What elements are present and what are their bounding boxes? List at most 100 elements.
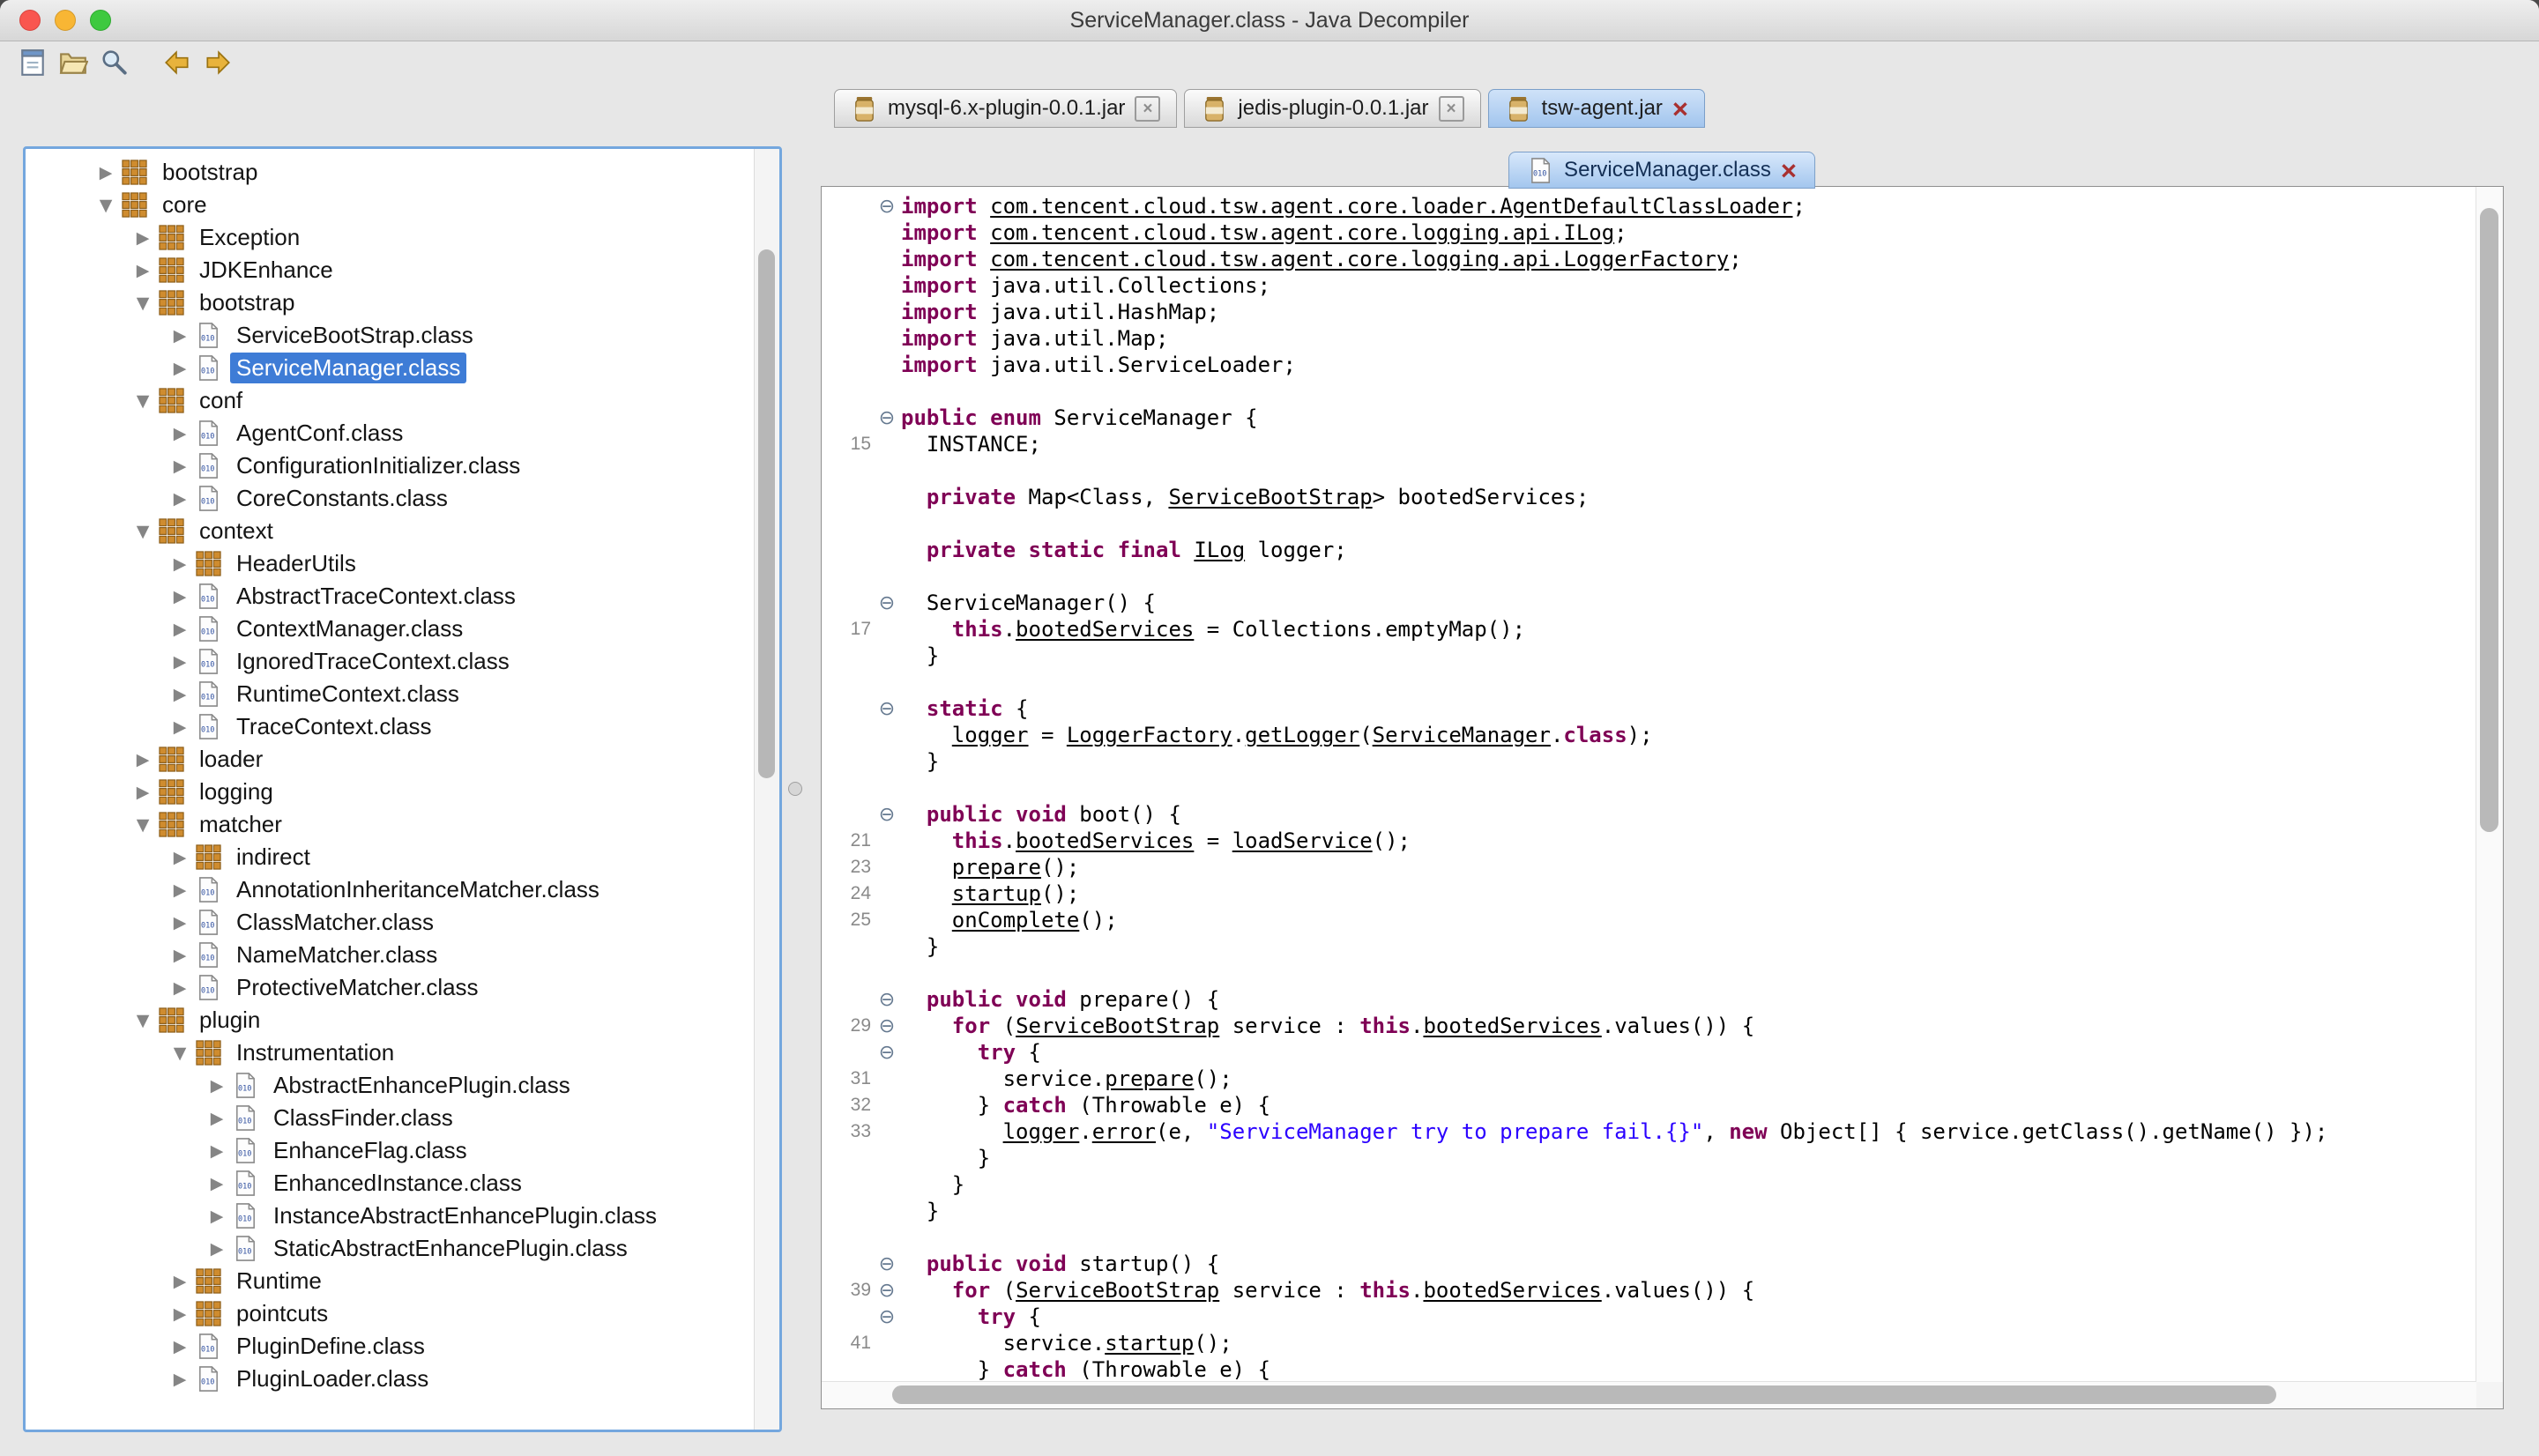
chevron-down-icon[interactable]: ▼ (128, 1011, 158, 1030)
chevron-right-icon[interactable]: ▶ (128, 750, 158, 769)
chevron-right-icon[interactable]: ▶ (128, 783, 158, 802)
fold-icon[interactable]: ⊖ (873, 1015, 901, 1037)
chevron-right-icon[interactable]: ▶ (165, 717, 195, 737)
fold-icon[interactable]: ⊖ (873, 592, 901, 614)
tree-scrollbar-thumb[interactable] (758, 249, 775, 778)
chevron-right-icon[interactable]: ▶ (165, 946, 195, 965)
code-link[interactable]: ILog (1194, 538, 1245, 562)
fold-icon[interactable]: ⊖ (873, 1253, 901, 1275)
jar-tab[interactable]: mysql-6.x-plugin-0.0.1.jar× (834, 89, 1177, 128)
forward-button[interactable] (197, 44, 238, 85)
jar-tab[interactable]: jedis-plugin-0.0.1.jar× (1184, 89, 1480, 128)
chevron-right-icon[interactable]: ▶ (165, 652, 195, 672)
code-link[interactable]: getLogger (1245, 723, 1359, 747)
chevron-right-icon[interactable]: ▶ (165, 913, 195, 932)
close-icon[interactable]: × (1672, 95, 1688, 123)
code-link[interactable]: ServiceManager (1373, 723, 1551, 747)
zoom-window-button[interactable] (90, 10, 111, 31)
chevron-right-icon[interactable]: ▶ (202, 1076, 232, 1096)
tree-item[interactable]: ▼core (26, 189, 753, 221)
tree-item[interactable]: ▶Exception (26, 221, 753, 254)
tree-item[interactable]: ▶010InstanceAbstractEnhancePlugin.class (26, 1200, 753, 1232)
tree-item[interactable]: ▶010EnhanceFlag.class (26, 1134, 753, 1167)
tree-item[interactable]: ▶Runtime (26, 1265, 753, 1297)
fold-icon[interactable]: ⊖ (873, 989, 901, 1011)
code-link[interactable]: loadService (1232, 828, 1373, 853)
tree-item[interactable]: ▶010AbstractTraceContext.class (26, 580, 753, 613)
chevron-right-icon[interactable]: ▶ (165, 457, 195, 476)
chevron-right-icon[interactable]: ▶ (165, 880, 195, 900)
back-button[interactable] (157, 44, 197, 85)
tree-item[interactable]: ▼matcher (26, 808, 753, 841)
tree-item[interactable]: ▶010AnnotationInheritanceMatcher.class (26, 873, 753, 906)
fold-icon[interactable]: ⊖ (873, 1042, 901, 1064)
code-link[interactable]: ServiceBootStrap (1016, 1014, 1219, 1038)
tree-item[interactable]: ▶pointcuts (26, 1297, 753, 1330)
tree-item[interactable]: ▶010NameMatcher.class (26, 939, 753, 971)
code-link[interactable]: com.tencent.cloud.tsw.agent.core.logging… (990, 220, 1614, 245)
fold-icon[interactable]: ⊖ (873, 1280, 901, 1302)
code-link[interactable]: bootedServices (1423, 1014, 1601, 1038)
code-link[interactable]: startup (952, 881, 1041, 906)
code-link[interactable]: prepare (1105, 1066, 1194, 1091)
close-icon[interactable]: × (1439, 96, 1464, 122)
fold-icon[interactable]: ⊖ (873, 196, 901, 218)
tree-item[interactable]: ▶010CoreConstants.class (26, 482, 753, 515)
vertical-scrollbar[interactable] (2476, 187, 2503, 1382)
horizontal-scrollbar[interactable] (822, 1381, 2476, 1408)
code-link[interactable]: ServiceBootStrap (1168, 485, 1372, 509)
chevron-right-icon[interactable]: ▶ (165, 1272, 195, 1291)
tree-item[interactable]: ▶010EnhancedInstance.class (26, 1167, 753, 1200)
tree-item[interactable]: ▶HeaderUtils (26, 547, 753, 580)
code-link[interactable]: logger (952, 723, 1029, 747)
tree-item[interactable]: ▼Instrumentation (26, 1036, 753, 1069)
chevron-right-icon[interactable]: ▶ (165, 1304, 195, 1324)
tree-item[interactable]: ▶010ClassFinder.class (26, 1102, 753, 1134)
chevron-right-icon[interactable]: ▶ (165, 1337, 195, 1356)
tree-item[interactable]: ▼conf (26, 384, 753, 417)
chevron-right-icon[interactable]: ▶ (165, 685, 195, 704)
tree-item[interactable]: ▶loader (26, 743, 753, 776)
fold-icon[interactable]: ⊖ (873, 1306, 901, 1328)
chevron-right-icon[interactable]: ▶ (165, 359, 195, 378)
code-link[interactable]: bootedServices (1423, 1278, 1601, 1303)
tree-item[interactable]: ▶logging (26, 776, 753, 808)
close-window-button[interactable] (19, 10, 41, 31)
chevron-right-icon[interactable]: ▶ (202, 1174, 232, 1193)
chevron-right-icon[interactable]: ▶ (165, 620, 195, 639)
horizontal-scrollbar-thumb[interactable] (892, 1385, 2276, 1404)
chevron-right-icon[interactable]: ▶ (165, 587, 195, 606)
fold-icon[interactable]: ⊖ (873, 804, 901, 826)
code-link[interactable]: bootedServices (1016, 828, 1194, 853)
tree-item[interactable]: ▶bootstrap (26, 156, 753, 189)
chevron-right-icon[interactable]: ▶ (165, 424, 195, 443)
tree-item[interactable]: ▼bootstrap (26, 286, 753, 319)
chevron-down-icon[interactable]: ▼ (128, 293, 158, 313)
code-link[interactable]: startup (1105, 1331, 1194, 1356)
tree-item[interactable]: ▶010RuntimeContext.class (26, 678, 753, 710)
tree-item[interactable]: ▶010PluginDefine.class (26, 1330, 753, 1363)
chevron-right-icon[interactable]: ▶ (165, 326, 195, 345)
code-link[interactable]: error (1092, 1119, 1156, 1144)
chevron-down-icon[interactable]: ▼ (165, 1044, 195, 1063)
code-link[interactable]: LoggerFactory (1067, 723, 1232, 747)
open-folder-button[interactable] (53, 44, 93, 85)
chevron-right-icon[interactable]: ▶ (128, 228, 158, 248)
code-link[interactable]: com.tencent.cloud.tsw.agent.core.logging… (990, 247, 1729, 271)
code-link[interactable]: ServiceBootStrap (1016, 1278, 1219, 1303)
tree-item[interactable]: ▶010ServiceManager.class (26, 352, 753, 384)
tree-item[interactable]: ▶010ContextManager.class (26, 613, 753, 645)
chevron-down-icon[interactable]: ▼ (128, 391, 158, 411)
code-link[interactable]: onComplete (952, 908, 1080, 932)
chevron-right-icon[interactable]: ▶ (202, 1109, 232, 1128)
chevron-right-icon[interactable]: ▶ (202, 1207, 232, 1226)
vertical-scrollbar-thumb[interactable] (2480, 208, 2498, 832)
tree-item[interactable]: ▶010ClassMatcher.class (26, 906, 753, 939)
tree-item[interactable]: ▶010ServiceBootStrap.class (26, 319, 753, 352)
editor-tab[interactable]: 010 ServiceManager.class × (1508, 152, 1815, 189)
search-button[interactable] (93, 44, 134, 85)
tree-item[interactable]: ▶010ProtectiveMatcher.class (26, 971, 753, 1004)
chevron-right-icon[interactable]: ▶ (165, 489, 195, 509)
tree-item[interactable]: ▶010ConfigurationInitializer.class (26, 449, 753, 482)
chevron-right-icon[interactable]: ▶ (165, 1370, 195, 1389)
